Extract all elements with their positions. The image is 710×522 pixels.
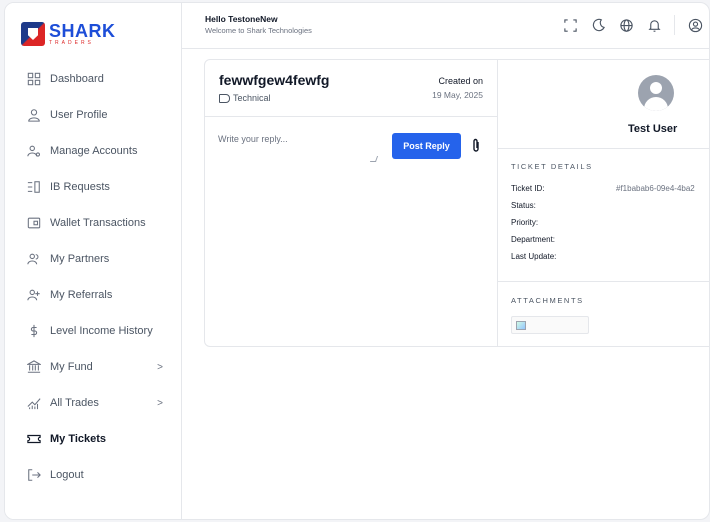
user-name: Test User [628, 123, 678, 135]
sidebar-item-label: Manage Accounts [50, 145, 138, 157]
created-date: 19 May, 2025 [432, 90, 483, 100]
moon-icon[interactable] [590, 17, 606, 33]
tag-icon [219, 93, 230, 103]
user-plus-icon [27, 288, 41, 302]
reply-input[interactable] [218, 134, 380, 164]
created-label: Created on [438, 76, 483, 86]
list-icon [27, 180, 41, 194]
sidebar-item-level-income-history[interactable]: Level Income History [5, 313, 181, 349]
header-divider [674, 15, 675, 35]
wallet-icon [27, 216, 41, 230]
shield-logo-icon [21, 22, 45, 46]
broken-image-icon [516, 321, 526, 330]
sidebar-item-label: All Trades [50, 397, 99, 409]
sidebar-item-label: User Profile [50, 109, 108, 121]
divider [498, 148, 709, 149]
top-header: Hello TestoneNew Welcome to Shark Techno… [182, 3, 709, 49]
globe-icon[interactable] [618, 17, 634, 33]
ticket-id-value: #f1babab6-09e4-4ba2 [616, 184, 695, 193]
greeting: Hello TestoneNew Welcome to Shark Techno… [205, 14, 312, 35]
divider [498, 281, 709, 282]
sidebar-item-my-fund[interactable]: My Fund > [5, 349, 181, 385]
detail-row: Ticket ID: #f1babab6-09e4-4ba2 [511, 184, 695, 201]
sidebar-item-label: Level Income History [50, 325, 153, 337]
header-actions [556, 15, 709, 35]
grid-icon [27, 72, 41, 86]
bell-icon[interactable] [646, 17, 662, 33]
sidebar-item-label: Dashboard [50, 73, 104, 85]
sidebar-item-user-profile[interactable]: User Profile [5, 97, 181, 133]
app-frame: SHARK TRADERS Dashboard User Profile Man… [4, 2, 710, 520]
dollar-icon [27, 324, 41, 338]
sidebar-item-my-partners[interactable]: My Partners [5, 241, 181, 277]
sidebar-item-label: My Tickets [50, 433, 107, 445]
detail-row: Status: [511, 201, 536, 210]
detail-row: Last Update: [511, 252, 557, 261]
sidebar-item-wallet-transactions[interactable]: Wallet Transactions [5, 205, 181, 241]
ticket-details-list: Ticket ID: #f1babab6-09e4-4ba2 Status: Pr… [511, 184, 695, 269]
chevron-right-icon: > [157, 397, 163, 409]
ticket-card: fewwfgew4fewfg Technical Created on 19 M… [204, 59, 709, 347]
user-icon[interactable] [687, 17, 703, 33]
logout-icon [27, 468, 41, 482]
ticket-category-label: Technical [233, 93, 271, 103]
sidebar-item-dashboard[interactable]: Dashboard [5, 61, 181, 97]
brand-sub: TRADERS [49, 40, 94, 46]
detail-row: Department: [511, 235, 556, 244]
chevron-right-icon: > [157, 361, 163, 373]
sidebar-item-my-referrals[interactable]: My Referrals [5, 277, 181, 313]
ticket-info-panel: Test User TICKET DETAILS Ticket ID: #f1ba… [498, 60, 709, 346]
ticket-icon [27, 432, 41, 446]
sidebar-item-label: Wallet Transactions [50, 217, 146, 229]
ticket-title: fewwfgew4fewfg [219, 72, 330, 88]
sidebar-item-all-trades[interactable]: All Trades > [5, 385, 181, 421]
sidebar-item-label: Logout [50, 469, 84, 481]
accounts-icon [27, 144, 41, 158]
sidebar-item-label: IB Requests [50, 181, 110, 193]
paperclip-icon[interactable] [471, 138, 481, 154]
divider [205, 116, 497, 117]
sidebar-nav: Dashboard User Profile Manage Accounts I… [5, 61, 181, 493]
detail-row: Priority: [511, 218, 539, 227]
sidebar-item-manage-accounts[interactable]: Manage Accounts [5, 133, 181, 169]
attachment-thumbnail[interactable] [511, 316, 589, 334]
brand-logo[interactable]: SHARK TRADERS [21, 17, 119, 51]
sidebar-item-logout[interactable]: Logout [5, 457, 181, 493]
fullscreen-icon[interactable] [562, 17, 578, 33]
attachments-heading: ATTACHMENTS [511, 296, 584, 305]
partners-icon [27, 252, 41, 266]
sidebar: SHARK TRADERS Dashboard User Profile Man… [5, 3, 182, 519]
avatar [638, 75, 674, 111]
brand-name: SHARK [49, 21, 116, 41]
ticket-thread: fewwfgew4fewfg Technical Created on 19 M… [205, 60, 498, 346]
post-reply-button[interactable]: Post Reply [392, 133, 461, 159]
bank-icon [27, 360, 41, 374]
sidebar-item-label: My Fund [50, 361, 93, 373]
greeting-hello: Hello TestoneNew [205, 14, 278, 24]
sidebar-item-ib-requests[interactable]: IB Requests [5, 169, 181, 205]
ticket-category: Technical [219, 93, 271, 103]
sidebar-item-label: My Referrals [50, 289, 113, 301]
greeting-welcome: Welcome to Shark Technologies [205, 26, 312, 35]
ticket-details-heading: TICKET DETAILS [511, 162, 593, 171]
sidebar-item-my-tickets[interactable]: My Tickets [5, 421, 181, 457]
sidebar-item-label: My Partners [50, 253, 110, 265]
chart-icon [27, 396, 41, 410]
user-icon [27, 108, 41, 122]
ticket-created: Created on 19 May, 2025 [432, 76, 483, 100]
